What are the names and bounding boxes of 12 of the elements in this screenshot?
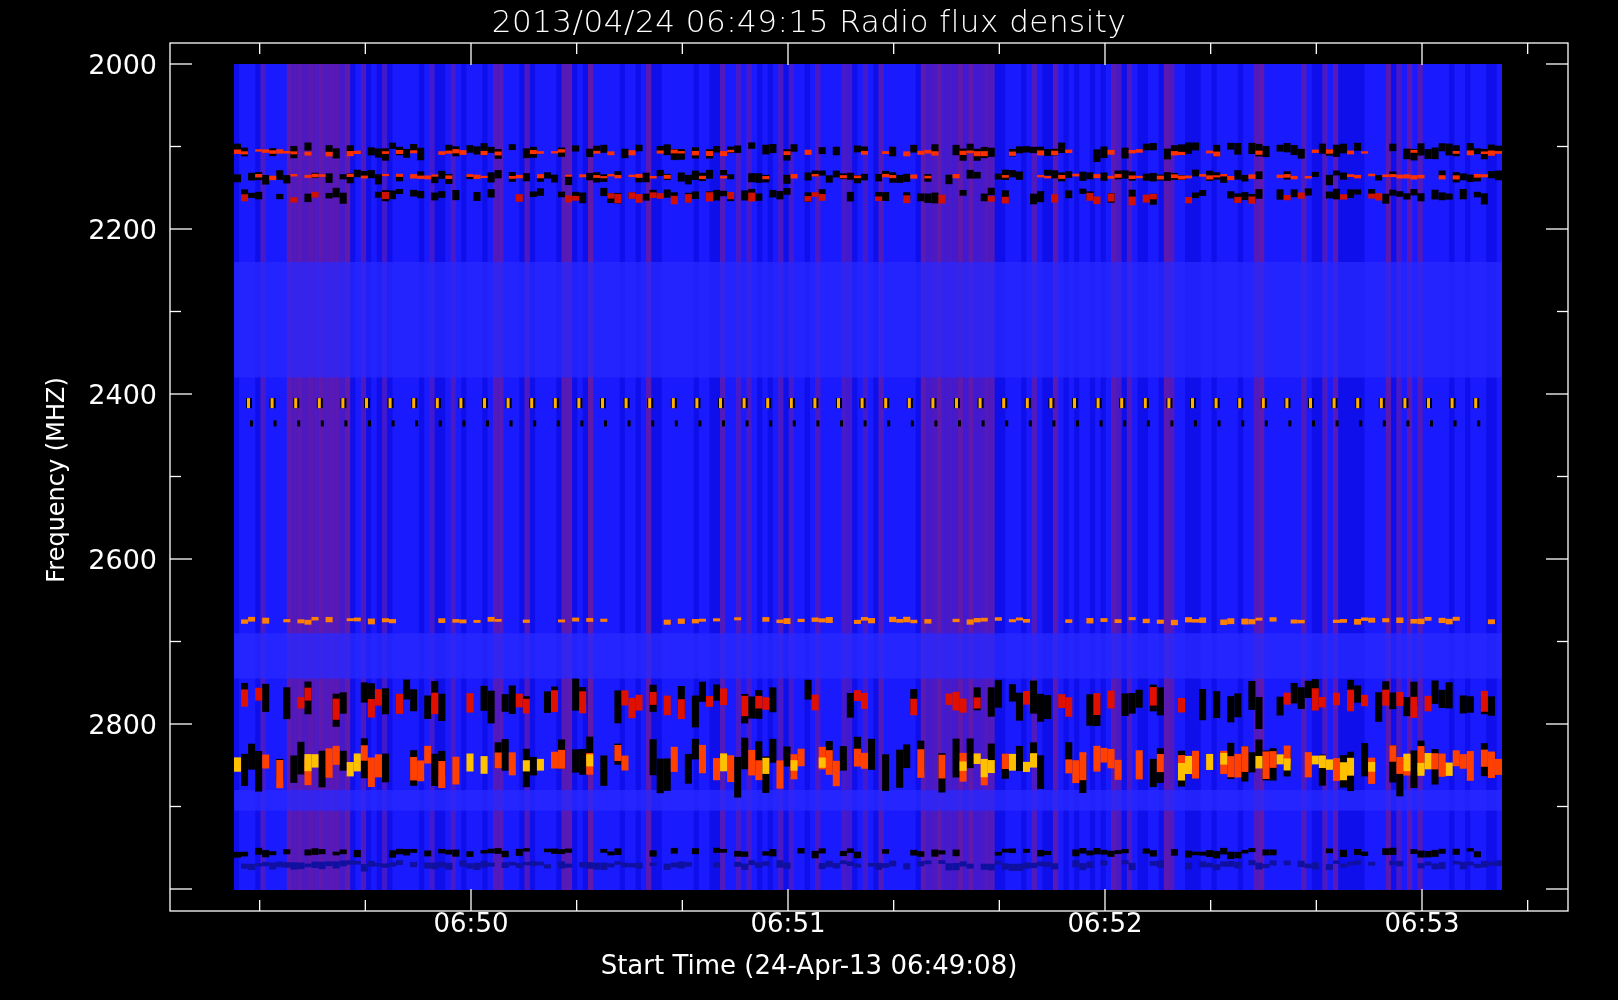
tick-label: 2200	[88, 214, 157, 245]
tick-label: 06:52	[1067, 908, 1143, 938]
plot-title: 2013/04/24 06:49:15 Radio flux density	[491, 2, 1127, 41]
tick-label: 2400	[88, 379, 157, 410]
tick-label: 2800	[88, 709, 157, 740]
tick-label: 06:53	[1384, 908, 1460, 938]
tick-label: 2000	[88, 49, 157, 80]
axis-title: Frequency (MHZ)	[42, 377, 70, 583]
tick-label: 06:50	[433, 908, 509, 938]
tick-label: 06:51	[750, 908, 826, 938]
tick-label: 2600	[88, 544, 157, 575]
axis-title: Start Time (24-Apr-13 06:49:08)	[600, 950, 1018, 980]
